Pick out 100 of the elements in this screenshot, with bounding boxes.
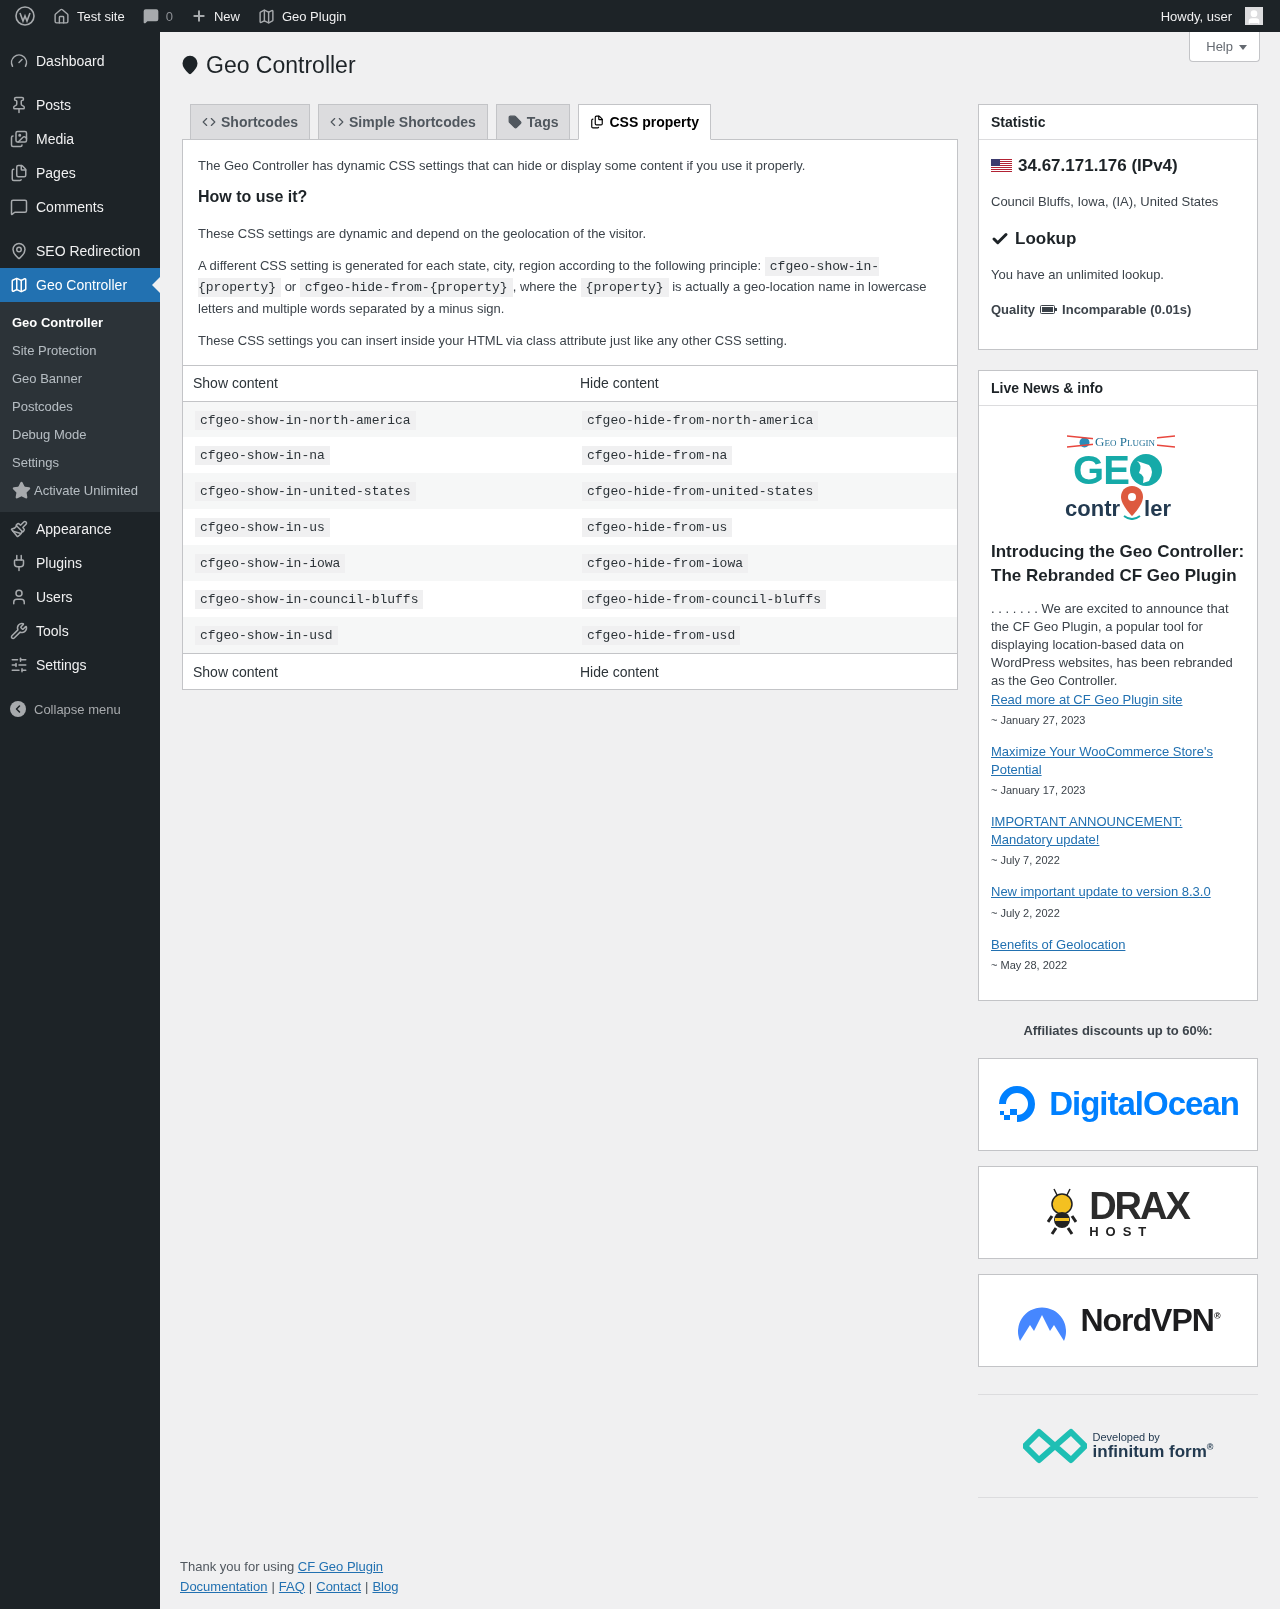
map-pin-icon (10, 242, 28, 260)
logo-text: contr (1065, 498, 1121, 520)
column-header: Show content (183, 365, 570, 402)
submenu-item[interactable]: Geo Controller (0, 308, 160, 336)
menu-item[interactable]: Dashboard (0, 44, 160, 78)
news-link[interactable]: Maximize Your WooCommerce Store's Potential (991, 742, 1245, 780)
tab[interactable]: Tags (495, 104, 571, 139)
news-body: . . . . . . . We are excited to announce that the CF Geo Plugin, a popular tool for displaying location-based data on WordPress websites, has been rebranded as the Geo Controller. (991, 599, 1234, 691)
code-cell: cfgeo-hide-from-united-states (582, 482, 819, 502)
news-link[interactable]: New important update to version 8.3.0 (991, 883, 1245, 902)
affiliate-banner[interactable]: NordVPN$^{®}$ (978, 1273, 1258, 1367)
pages-icon (590, 115, 605, 129)
plugin-link[interactable]: Geo Plugin (248, 0, 356, 32)
code-cell: cfgeo-show-in-na (195, 446, 330, 466)
map-pin-icon (180, 55, 200, 75)
code-cell: cfgeo-hide-from-us (582, 518, 733, 538)
help-button[interactable]: Help (1189, 32, 1260, 62)
account-link[interactable]: Howdy, user (1151, 0, 1272, 32)
location-text: Council Bluffs, Iowa, (IA), United States (991, 194, 1220, 209)
pages-icon (10, 164, 28, 182)
lookup-text: You have an unlimited lookup. (991, 267, 1165, 282)
avatar-icon (1245, 7, 1263, 25)
comment-icon (10, 198, 28, 216)
tab[interactable]: Shortcodes (190, 104, 310, 139)
map-icon (10, 276, 28, 294)
panel-title: Live News & info (979, 371, 1257, 406)
intro-text: The Geo Controller has dynamic CSS settings that can hide or display some content if you use it properly. (198, 157, 807, 175)
paragraph: These CSS settings you can insert inside your HTML via class attribute just like any other CSS setting. (198, 331, 789, 350)
code-cell: cfgeo-show-in-us (195, 518, 330, 538)
plus-icon (190, 8, 207, 24)
wrench-icon (10, 622, 28, 640)
affiliate-banner[interactable]: DigitalOcean (978, 1057, 1258, 1151)
news-link[interactable]: Benefits of Geolocation (991, 935, 1245, 954)
affiliate-banner[interactable]: DRAX HOST (978, 1165, 1258, 1259)
footer-link[interactable]: Blog (372, 1577, 399, 1597)
code-cell: cfgeo-show-in-united-states (195, 482, 416, 502)
code-cell: cfgeo-hide-from-council-bluffs (582, 590, 827, 610)
column-header: Hide content (570, 365, 957, 402)
menu-item[interactable]: Appearance (0, 512, 160, 546)
menu-item[interactable]: Settings (0, 648, 160, 682)
paintbrush-icon (10, 520, 28, 538)
code-icon (330, 115, 344, 129)
thanks-text: Thank you for using CF Geo Plugin (180, 1558, 384, 1576)
code-cell: cfgeo-hide-from-na (582, 446, 733, 466)
comments-link[interactable]: 0 (133, 0, 182, 32)
infinity-logo-icon (1022, 1427, 1087, 1464)
ocean-logo-icon (997, 1084, 1038, 1125)
separator: | (365, 1578, 369, 1596)
user-icon (10, 588, 28, 606)
submenu-item[interactable]: Geo Banner (0, 364, 160, 392)
menu-item[interactable]: Geo Controller (0, 268, 160, 302)
menu-item[interactable]: Plugins (0, 546, 160, 580)
collapse-menu-button[interactable]: Collapse menu (0, 692, 160, 726)
affiliate-name: NordVPN$^{®}$ (1080, 1301, 1220, 1339)
logo-text: GE (1073, 450, 1129, 490)
code-cell: cfgeo-hide-from-usd (582, 626, 741, 646)
paragraph: A different CSS setting is generated for each state, city, region according to the following principle: cfgeo-show-in-{property} or cfgeo-hide-from-{property} , where the {property} is actually a geo-location name in lowercase letters and multiple words separated by a minus sign. (198, 256, 928, 318)
pin-icon (10, 96, 28, 114)
sliders-icon (10, 656, 28, 674)
quality-value: Incomparable (0.01s) (1062, 302, 1192, 317)
menu-item[interactable]: Media (0, 122, 160, 156)
code-cell: cfgeo-show-in-iowa (195, 554, 346, 574)
code-cell: cfgeo-show-in-north-america (195, 410, 416, 430)
news-link[interactable]: IMPORTANT ANNOUNCEMENT: Mandatory update! (991, 813, 1245, 850)
code-cell: cfgeo-show-in-council-bluffs (195, 590, 424, 610)
new-link[interactable]: New (181, 0, 249, 32)
comment-icon (142, 8, 159, 24)
news-link[interactable]: Read more at CF Geo Plugin site (991, 690, 1245, 709)
menu-item[interactable]: Posts (0, 88, 160, 122)
home-icon (53, 7, 70, 25)
column-footer: Hide content (570, 653, 957, 690)
menu-item[interactable]: Users (0, 580, 160, 614)
gauge-icon (10, 52, 28, 70)
submenu-item[interactable]: Settings (0, 448, 160, 476)
menu-item[interactable]: Tools (0, 614, 160, 648)
footer-link[interactable]: Contact (316, 1577, 362, 1597)
footer-link[interactable]: Documentation (180, 1577, 268, 1597)
footer-link[interactable]: FAQ (278, 1577, 305, 1597)
tab[interactable]: CSS property (578, 104, 711, 140)
separator: | (308, 1578, 313, 1596)
menu-item[interactable]: SEO Redirection (0, 234, 160, 268)
collapse-icon (10, 701, 26, 717)
submenu-item[interactable]: Site Protection (0, 336, 160, 364)
submenu-item[interactable]: Postcodes (0, 392, 160, 420)
paragraph: These CSS settings are dynamic and depend on the geolocation of the visitor. (198, 225, 648, 244)
news-date: ~ January 27, 2023 (991, 713, 1087, 726)
code-cell: cfgeo-hide-from-iowa (582, 554, 749, 574)
logo-text: ler (1144, 498, 1171, 520)
code-cell: cfgeo-hide-from-north-america (582, 410, 819, 430)
submenu-item[interactable]: Debug Mode (0, 420, 160, 448)
affiliate-subtitle: HOST (1089, 1224, 1155, 1238)
site-link[interactable]: Test site (44, 0, 134, 32)
tab[interactable]: Simple Shortcodes (318, 104, 488, 139)
menu-item[interactable]: Pages (0, 156, 160, 190)
plugin-link[interactable]: CF Geo Plugin (297, 1559, 384, 1574)
menu-item[interactable]: Comments (0, 190, 160, 224)
globe-icon (1128, 453, 1163, 487)
submenu-item[interactable]: Activate Unlimited (0, 476, 160, 504)
news-date: ~ January 17, 2023 (991, 784, 1087, 797)
affiliate-name: DigitalOcean (1049, 1085, 1239, 1124)
